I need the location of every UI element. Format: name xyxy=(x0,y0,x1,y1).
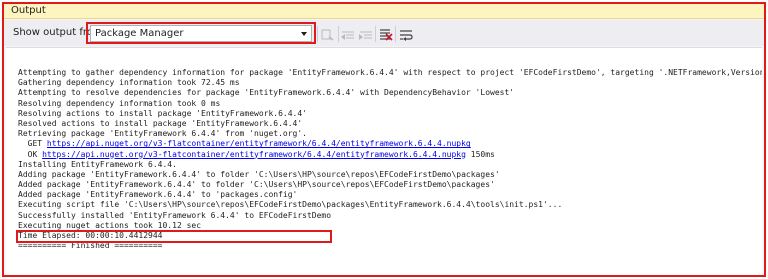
log-line-text: Gathering dependency information took 72… xyxy=(18,78,240,88)
output-toolbar: Show output from: Package Manager xyxy=(4,20,764,46)
log-line: Gathering dependency information took 72… xyxy=(18,78,762,88)
output-source-select[interactable]: Package Manager xyxy=(90,25,312,42)
log-line-text: OK xyxy=(18,149,43,159)
clear-all-button[interactable] xyxy=(378,27,394,41)
log-line-text: Adding package 'EntityFramework.6.4.4' t… xyxy=(18,169,500,179)
log-line: Adding package 'EntityFramework.6.4.4' t… xyxy=(18,170,762,180)
log-line-text: Attempting to gather dependency informat… xyxy=(18,68,762,77)
output-title-bar[interactable]: Output xyxy=(4,4,764,19)
log-line: OK https://api.nuget.org/v3-flatcontaine… xyxy=(18,150,762,160)
next-message-button[interactable] xyxy=(358,27,374,41)
log-line: Resolving actions to install package 'En… xyxy=(18,109,762,119)
log-line: GET https://api.nuget.org/v3-flatcontain… xyxy=(18,139,762,149)
chevron-down-icon[interactable] xyxy=(301,32,307,36)
log-line: Resolved actions to install package 'Ent… xyxy=(18,119,762,129)
toolbar-separator xyxy=(375,26,376,42)
log-line: Added package 'EntityFramework.6.4.4' to… xyxy=(18,180,762,190)
toolbar-separator xyxy=(338,26,339,42)
output-window: Output Show output from: Package Manager xyxy=(2,2,766,277)
package-url-link[interactable]: https://api.nuget.org/v3-flatcontainer/e… xyxy=(47,139,471,148)
log-line: Added package 'EntityFramework.6.4.4' to… xyxy=(18,190,762,200)
log-line: Executing script file 'C:\Users\HP\sourc… xyxy=(18,200,762,210)
log-line: Attempting to resolve dependencies for p… xyxy=(18,88,762,98)
find-message-icon xyxy=(321,29,334,41)
log-line-text: Attempting to resolve dependencies for p… xyxy=(18,88,515,98)
log-line: Installing EntityFramework 6.4.4. xyxy=(18,160,762,170)
log-line-text: Resolved actions to install package 'Ent… xyxy=(18,118,303,128)
log-line-text: Added package 'EntityFramework.6.4.4' to… xyxy=(18,180,495,190)
panel-title: Output xyxy=(11,5,46,16)
log-line-text: Added package 'EntityFramework.6.4.4' to… xyxy=(18,190,298,200)
output-text-area[interactable]: Attempting to gather dependency informat… xyxy=(6,47,762,275)
previous-message-button[interactable] xyxy=(340,27,356,41)
log-line-text: Executing nuget actions took 10.12 sec xyxy=(18,220,202,230)
log-line: Resolving dependency information took 0 … xyxy=(18,99,762,109)
log-line-text: Successfully installed 'EntityFramework … xyxy=(18,210,332,220)
output-log: Attempting to gather dependency informat… xyxy=(18,68,762,251)
log-line: Successfully installed 'EntityFramework … xyxy=(18,211,762,221)
toggle-word-wrap-button[interactable] xyxy=(398,27,414,41)
package-url-link[interactable]: https://api.nuget.org/v3-flatcontainer/e… xyxy=(42,150,466,159)
toolbar-separator xyxy=(395,26,396,42)
log-line-text: Installing EntityFramework 6.4.4. xyxy=(18,159,177,169)
log-line: Attempting to gather dependency informat… xyxy=(18,68,762,78)
clear-all-icon xyxy=(380,29,393,41)
output-source-value: Package Manager xyxy=(95,28,184,39)
go-to-next-message-icon xyxy=(359,31,372,40)
toggle-word-wrap-icon xyxy=(400,30,413,41)
find-message-button[interactable] xyxy=(320,27,336,41)
log-line-text: Resolving dependency information took 0 … xyxy=(18,98,221,108)
log-line-text: Resolving actions to install package 'En… xyxy=(18,108,307,118)
log-line-suffix: 150ms xyxy=(465,149,495,159)
log-line-text: Retrieving package 'EntityFramework 6.4.… xyxy=(18,129,307,139)
toolbar-separator xyxy=(317,26,318,42)
success-line-highlight xyxy=(16,230,332,243)
log-line-text: GET xyxy=(18,139,47,149)
log-line-text: Executing script file 'C:\Users\HP\sourc… xyxy=(18,200,563,210)
go-to-previous-message-icon xyxy=(341,31,354,40)
log-line: Retrieving package 'EntityFramework 6.4.… xyxy=(18,129,762,139)
